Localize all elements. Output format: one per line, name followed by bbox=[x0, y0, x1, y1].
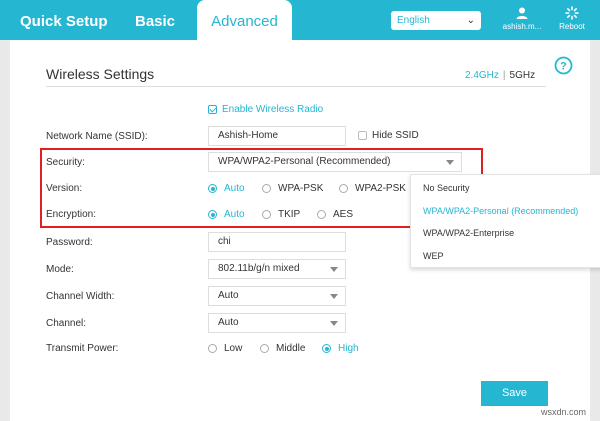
language-select[interactable]: English ⌄ bbox=[391, 11, 481, 30]
username-label: ashish.m... bbox=[502, 22, 542, 31]
tab-quick-setup[interactable]: Quick Setup bbox=[20, 0, 108, 40]
reboot-button[interactable]: Reboot bbox=[552, 6, 592, 31]
password-input[interactable]: chi bbox=[208, 232, 346, 252]
tab-advanced[interactable]: Advanced bbox=[197, 0, 292, 40]
user-account[interactable]: ashish.m... bbox=[497, 6, 547, 31]
enable-radio-checkbox[interactable] bbox=[208, 105, 217, 114]
mode-label: Mode: bbox=[46, 264, 74, 275]
transmit-middle-radio[interactable] bbox=[260, 344, 269, 353]
security-option-wpa-personal[interactable]: WPA/WPA2-Personal (Recommended) bbox=[423, 206, 578, 216]
security-option-no-security[interactable]: No Security bbox=[423, 183, 470, 193]
security-option-wep[interactable]: WEP bbox=[423, 251, 444, 261]
tab-basic[interactable]: Basic bbox=[135, 0, 175, 40]
enable-radio-label[interactable]: Enable Wireless Radio bbox=[222, 104, 323, 115]
mode-select[interactable]: 802.11b/g/n mixed bbox=[208, 259, 346, 279]
transmit-high-label[interactable]: High bbox=[338, 343, 359, 354]
help-icon[interactable]: ? bbox=[554, 56, 573, 75]
security-option-wpa-enterprise[interactable]: WPA/WPA2-Enterprise bbox=[423, 228, 514, 238]
band-2-4ghz-link[interactable]: 2.4GHz bbox=[465, 70, 499, 81]
channel-width-select[interactable]: Auto bbox=[208, 286, 346, 306]
left-margin bbox=[0, 40, 10, 421]
user-icon bbox=[516, 7, 528, 19]
security-dropdown-menu: No Security WPA/WPA2-Personal (Recommend… bbox=[410, 174, 600, 268]
reboot-label: Reboot bbox=[559, 22, 585, 31]
channel-value: Auto bbox=[218, 317, 239, 328]
language-value: English bbox=[397, 15, 430, 26]
band-5ghz-link[interactable]: 5GHz bbox=[510, 70, 536, 81]
watermark: wsxdn.com bbox=[541, 407, 587, 417]
password-label: Password: bbox=[46, 237, 93, 248]
band-switcher: 2.4GHz | 5GHz bbox=[465, 70, 535, 81]
section-title: Wireless Settings bbox=[46, 66, 155, 82]
save-button[interactable]: Save bbox=[481, 381, 548, 406]
channel-select[interactable]: Auto bbox=[208, 313, 346, 333]
reboot-icon bbox=[565, 6, 579, 20]
ssid-label: Network Name (SSID): bbox=[46, 131, 148, 142]
dropdown-arrow-icon bbox=[330, 321, 338, 326]
channel-width-value: Auto bbox=[218, 290, 239, 301]
ssid-input[interactable]: Ashish-Home bbox=[208, 126, 346, 146]
band-separator: | bbox=[502, 70, 506, 81]
chevron-down-icon: ⌄ bbox=[466, 15, 475, 26]
transmit-low-radio[interactable] bbox=[208, 344, 217, 353]
hide-ssid-label[interactable]: Hide SSID bbox=[372, 130, 419, 141]
transmit-power-label: Transmit Power: bbox=[46, 343, 119, 354]
svg-text:?: ? bbox=[560, 61, 567, 73]
transmit-low-label[interactable]: Low bbox=[224, 343, 242, 354]
dropdown-arrow-icon bbox=[330, 294, 338, 299]
dropdown-arrow-icon bbox=[330, 267, 338, 272]
top-nav-bar: Quick Setup Basic Advanced English ⌄ ash… bbox=[0, 0, 600, 40]
channel-label: Channel: bbox=[46, 318, 87, 329]
transmit-middle-label[interactable]: Middle bbox=[276, 343, 305, 354]
mode-value: 802.11b/g/n mixed bbox=[218, 263, 300, 274]
transmit-high-radio[interactable] bbox=[322, 344, 331, 353]
channel-width-label: Channel Width: bbox=[46, 291, 115, 302]
hide-ssid-checkbox[interactable] bbox=[358, 131, 367, 140]
title-divider bbox=[46, 86, 546, 87]
